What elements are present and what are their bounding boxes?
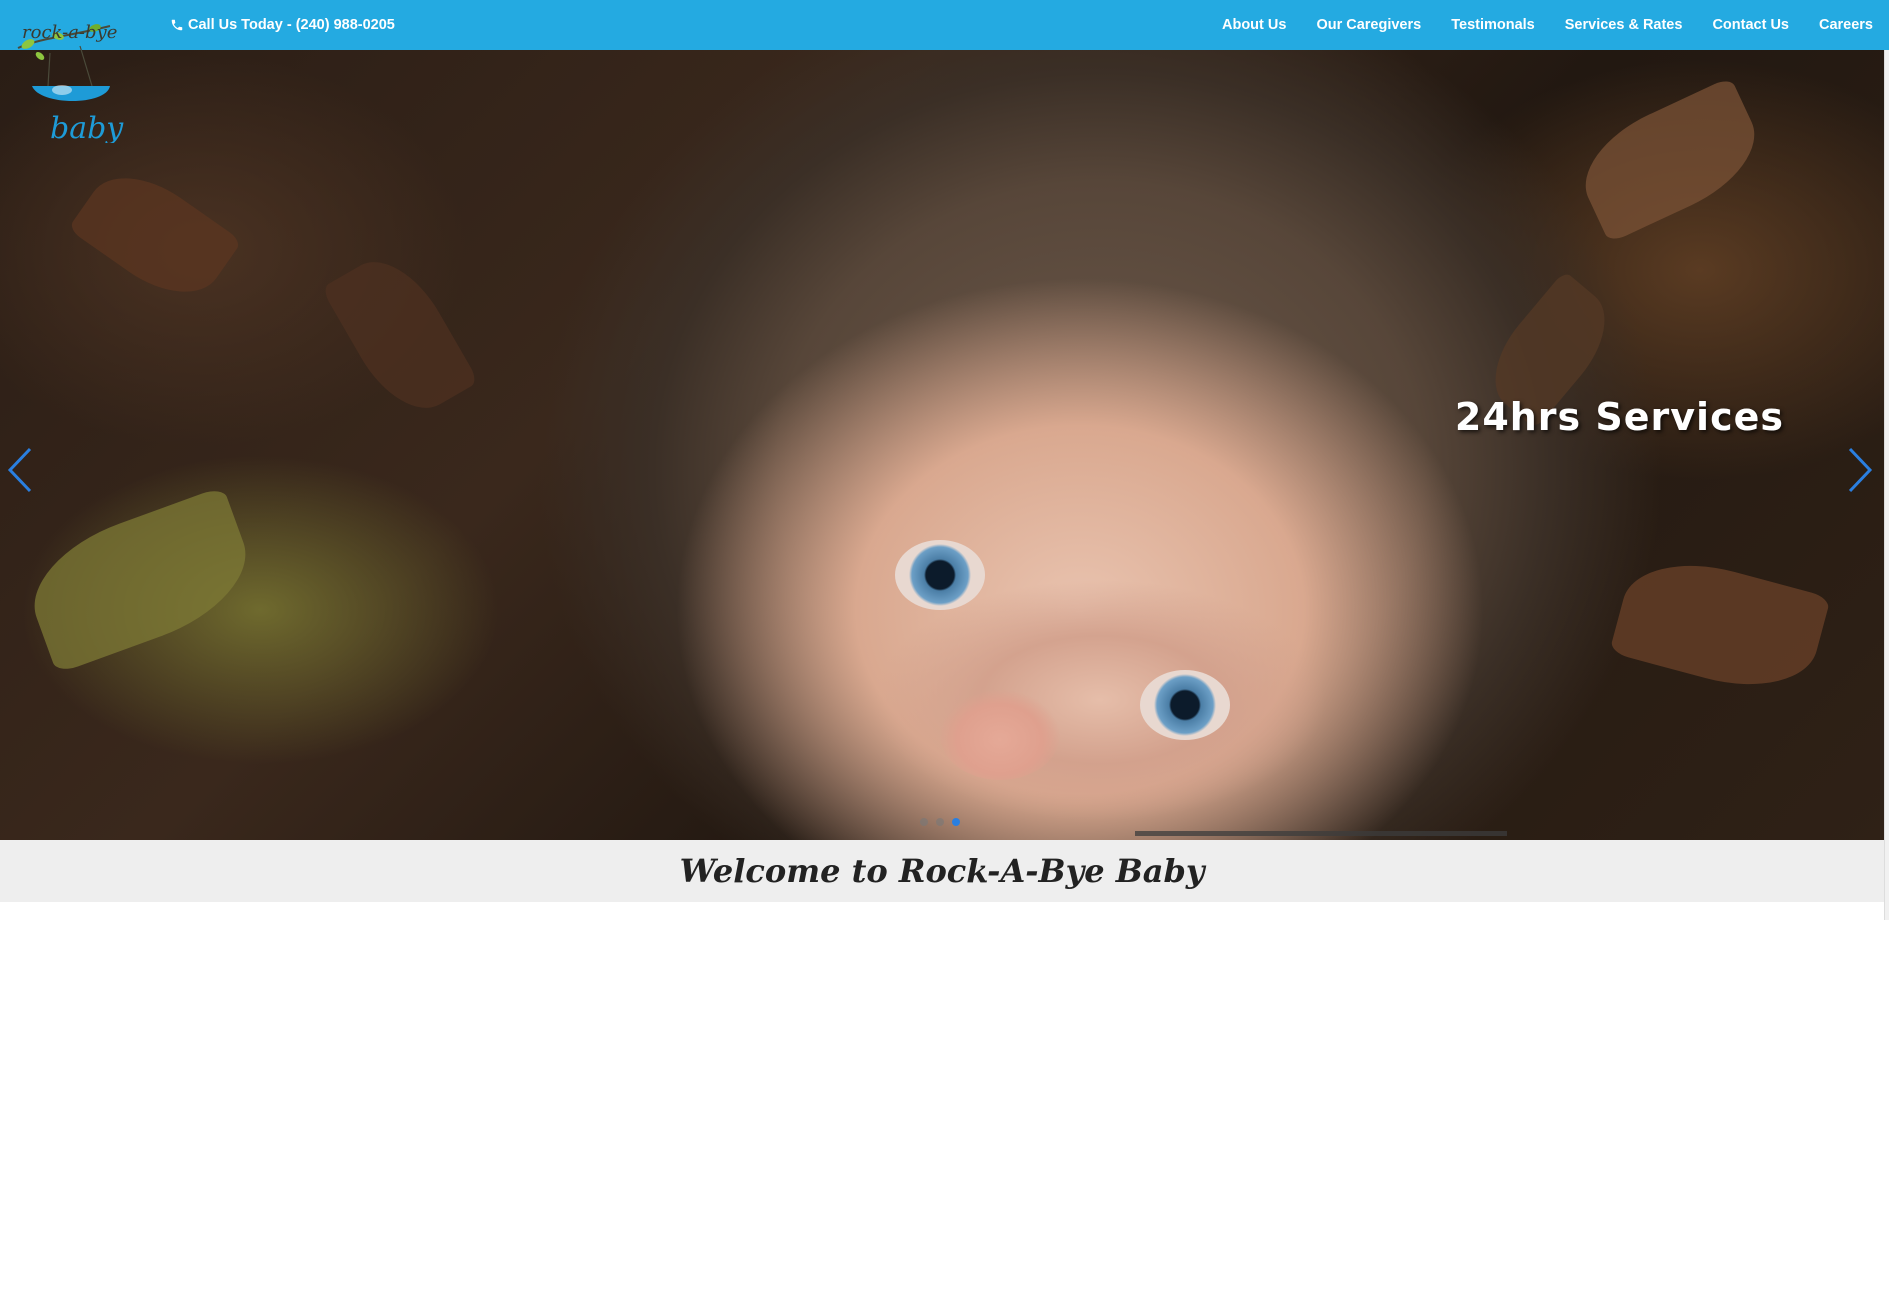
nav-careers[interactable]: Careers — [1804, 17, 1873, 33]
baby-right-eye — [1140, 670, 1230, 740]
slider-dot-3[interactable] — [952, 818, 960, 826]
logo-top-text: rock-a-bye — [22, 22, 117, 43]
slider-dot-1[interactable] — [920, 818, 928, 826]
phone-icon — [171, 19, 183, 31]
nav-services-rates[interactable]: Services & Rates — [1550, 17, 1698, 33]
nav-about-us[interactable]: About Us — [1207, 17, 1301, 33]
leaf-decoration — [1567, 76, 1773, 244]
baby-left-eye — [895, 540, 985, 610]
leaf-decoration — [1609, 545, 1831, 705]
rock-a-bye-baby-logo: rock-a-bye baby — [17, 22, 124, 146]
top-navigation-bar: Call Us Today - (240) 988-0205 About Us … — [0, 0, 1889, 50]
slider-progress-bar — [1135, 831, 1507, 836]
phone-link[interactable]: Call Us Today - (240) 988-0205 — [170, 0, 395, 50]
slider-prev-button[interactable] — [4, 445, 38, 495]
nav-contact-us[interactable]: Contact Us — [1697, 17, 1804, 33]
welcome-section: Welcome to Rock-A-Bye Baby — [0, 840, 1884, 902]
leaf-decoration — [321, 243, 479, 427]
slider-pagination — [920, 818, 960, 826]
main-nav: About Us Our Caregivers Testimonals Serv… — [1207, 0, 1873, 50]
leaf-decoration — [16, 485, 264, 675]
slide-caption: 24hrs Services — [1454, 395, 1784, 439]
nav-testimonals[interactable]: Testimonals — [1436, 17, 1550, 33]
hero-slider: 24hrs Services — [0, 50, 1884, 840]
site-logo[interactable]: rock-a-bye baby — [10, 8, 130, 146]
baby-nose — [940, 690, 1060, 780]
welcome-title: Welcome to Rock-A-Bye Baby — [679, 852, 1205, 890]
chevron-right-icon — [1848, 447, 1873, 493]
page-scrollbar[interactable] — [1884, 50, 1889, 920]
nav-our-caregivers[interactable]: Our Caregivers — [1301, 17, 1436, 33]
leaf-decoration — [67, 155, 243, 315]
logo-bottom-text: baby — [50, 111, 124, 143]
phone-text: Call Us Today - (240) 988-0205 — [188, 17, 395, 33]
slider-next-button[interactable] — [1842, 445, 1876, 495]
chevron-left-icon — [7, 447, 32, 493]
slider-dot-2[interactable] — [936, 818, 944, 826]
